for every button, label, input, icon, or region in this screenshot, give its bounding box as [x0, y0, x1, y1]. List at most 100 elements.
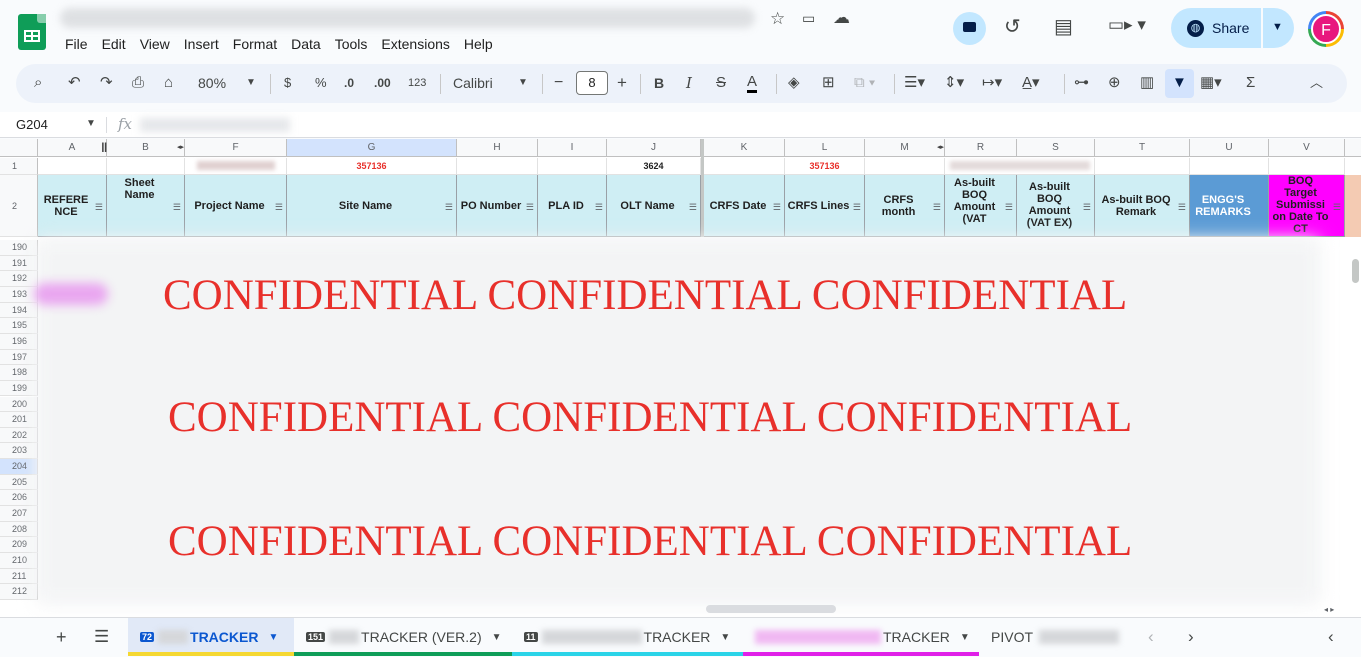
- paint-format-icon[interactable]: ⌂: [164, 74, 173, 92]
- collapse-toolbar-icon[interactable]: ︿: [1310, 74, 1323, 92]
- filter-icon[interactable]: ▼: [1172, 74, 1187, 92]
- row-header[interactable]: 201: [0, 412, 38, 428]
- row-header[interactable]: 212: [0, 584, 38, 600]
- row-header[interactable]: 206: [0, 490, 38, 507]
- col-header-r[interactable]: R: [945, 139, 1017, 157]
- borders-icon[interactable]: ⊞: [822, 74, 835, 92]
- decrease-font-size-button[interactable]: −: [554, 74, 563, 92]
- scroll-tabs-right-icon[interactable]: ›: [1188, 627, 1194, 647]
- header-crfs-date[interactable]: CRFS Date ☰: [704, 175, 785, 237]
- print-icon[interactable]: ⎙: [132, 74, 144, 92]
- row-header[interactable]: 209: [0, 537, 38, 553]
- redo-icon[interactable]: ↷: [100, 74, 113, 92]
- row-header[interactable]: 193: [0, 286, 38, 303]
- sheet-tab[interactable]: 11 TRACKER ▼: [512, 618, 743, 656]
- sheet-tab[interactable]: 72 TRACKER ▼: [128, 618, 294, 656]
- header-crfs-lines[interactable]: CRFS Lines ☰: [785, 175, 865, 237]
- increase-decimal-button[interactable]: .00: [374, 74, 391, 92]
- header-po-number[interactable]: PO Number ☰: [457, 175, 538, 237]
- filter-icon[interactable]: ☰: [595, 201, 603, 213]
- header-pla-id[interactable]: PLA ID ☰: [538, 175, 607, 237]
- header-asbuilt-boq-amount-vat-ex[interactable]: As-built BOQ Amount (VAT EX) ☰: [1017, 175, 1095, 237]
- text-wrapping-icon[interactable]: ↦▾: [982, 74, 1002, 92]
- row-header[interactable]: 190: [0, 240, 38, 256]
- spreadsheet-grid[interactable]: A B F G H I J K L M R S T U V ‖ ◂▸ ◂▸ 1 …: [0, 139, 1361, 617]
- header-site-name[interactable]: Site Name ☰: [287, 175, 457, 237]
- col-header-k[interactable]: K: [704, 139, 785, 157]
- menu-view[interactable]: View: [133, 35, 177, 53]
- font-dropdown-icon[interactable]: ▼: [518, 74, 528, 92]
- select-all-corner[interactable]: [0, 139, 38, 157]
- col-header-t[interactable]: T: [1095, 139, 1190, 157]
- insert-comment-icon[interactable]: ⊕: [1108, 74, 1121, 92]
- col-header-a[interactable]: A: [38, 139, 107, 157]
- strikethrough-icon[interactable]: S: [716, 74, 726, 92]
- menu-insert[interactable]: Insert: [177, 35, 226, 53]
- row-header[interactable]: 210: [0, 553, 38, 569]
- row-header[interactable]: 2: [0, 175, 38, 237]
- zoom-select[interactable]: 80%: [198, 74, 226, 92]
- decrease-decimal-button[interactable]: .0: [344, 74, 354, 92]
- header-crfs-month[interactable]: CRFS month ☰: [865, 175, 945, 237]
- move-folder-icon[interactable]: ▭: [802, 10, 815, 27]
- filter-icon[interactable]: ☰: [933, 201, 941, 213]
- filter-icon[interactable]: ☰: [95, 201, 103, 213]
- col-header-j[interactable]: J: [607, 139, 701, 157]
- header-reference[interactable]: REFERE NCE ☰: [38, 175, 107, 237]
- functions-button[interactable]: Σ: [1246, 74, 1255, 92]
- row-header[interactable]: 208: [0, 521, 38, 538]
- add-sheet-icon[interactable]: +: [56, 627, 67, 648]
- col-header-v[interactable]: V: [1269, 139, 1345, 157]
- col-header-l[interactable]: L: [785, 139, 865, 157]
- filter-icon[interactable]: ☰: [853, 201, 861, 213]
- increase-font-size-button[interactable]: +: [617, 74, 627, 92]
- menu-edit[interactable]: Edit: [95, 35, 133, 53]
- header-asbuilt-boq-amount-vat[interactable]: As-built BOQ Amount (VAT ☰: [945, 175, 1017, 237]
- sheets-logo-icon[interactable]: [18, 14, 46, 50]
- menu-format[interactable]: Format: [226, 35, 284, 53]
- sheet-tab[interactable]: PIVOT: [979, 618, 1131, 656]
- col-header-g[interactable]: G: [287, 139, 457, 157]
- freeze-handle-icon[interactable]: ‖: [101, 140, 107, 155]
- row-header[interactable]: 1: [0, 158, 38, 175]
- col-header-u[interactable]: U: [1190, 139, 1269, 157]
- vertical-scrollbar[interactable]: [1352, 259, 1359, 283]
- chevron-down-icon[interactable]: ▼: [268, 632, 278, 643]
- filter-icon[interactable]: ☰: [275, 201, 283, 213]
- filter-icon[interactable]: ☰: [1333, 201, 1341, 213]
- cell-g1[interactable]: 357136: [287, 158, 457, 175]
- font-size-input[interactable]: 8: [576, 71, 608, 95]
- row-header[interactable]: 194: [0, 302, 38, 319]
- filter-icon[interactable]: ☰: [173, 201, 181, 213]
- horizontal-align-icon[interactable]: ☰▾: [904, 74, 925, 92]
- header-asbuilt-boq-remark[interactable]: As-built BOQ Remark ☰: [1095, 175, 1190, 237]
- share-button[interactable]: ◍ Share ▼: [1171, 8, 1294, 48]
- unhide-columns-icon[interactable]: ◂▸: [937, 143, 944, 151]
- meet-present-icon[interactable]: [953, 12, 986, 45]
- merge-cells-icon[interactable]: ⧉ ▾: [854, 74, 875, 92]
- row-header[interactable]: 204: [0, 459, 38, 475]
- name-box[interactable]: G204: [16, 117, 48, 132]
- side-panel-toggle-icon[interactable]: ‹: [1328, 627, 1334, 647]
- menu-file[interactable]: File: [58, 35, 95, 53]
- menu-data[interactable]: Data: [284, 35, 328, 53]
- header-olt-name[interactable]: OLT Name ☰: [607, 175, 701, 237]
- meet-icon[interactable]: ▭▸ ▾: [1108, 15, 1146, 35]
- horizontal-scrollbar[interactable]: [706, 605, 836, 613]
- row-header[interactable]: 203: [0, 443, 38, 460]
- chevron-down-icon[interactable]: ▼: [492, 632, 502, 643]
- col-header-b[interactable]: B: [107, 139, 185, 157]
- filter-icon[interactable]: ☰: [1083, 201, 1091, 213]
- frozen-column-divider[interactable]: [701, 139, 704, 237]
- col-header-f[interactable]: F: [185, 139, 287, 157]
- percent-button[interactable]: %: [315, 74, 327, 92]
- menu-tools[interactable]: Tools: [328, 35, 375, 53]
- comments-icon[interactable]: ▤: [1054, 14, 1073, 39]
- filter-icon[interactable]: ☰: [689, 201, 697, 213]
- fill-color-icon[interactable]: ◈: [788, 74, 800, 92]
- header-engg-remarks[interactable]: ENGG'S REMARKS: [1190, 175, 1269, 237]
- more-formats-button[interactable]: 123: [408, 74, 426, 92]
- col-header-s[interactable]: S: [1017, 139, 1095, 157]
- row-header[interactable]: 205: [0, 474, 38, 491]
- row-header[interactable]: 196: [0, 333, 38, 350]
